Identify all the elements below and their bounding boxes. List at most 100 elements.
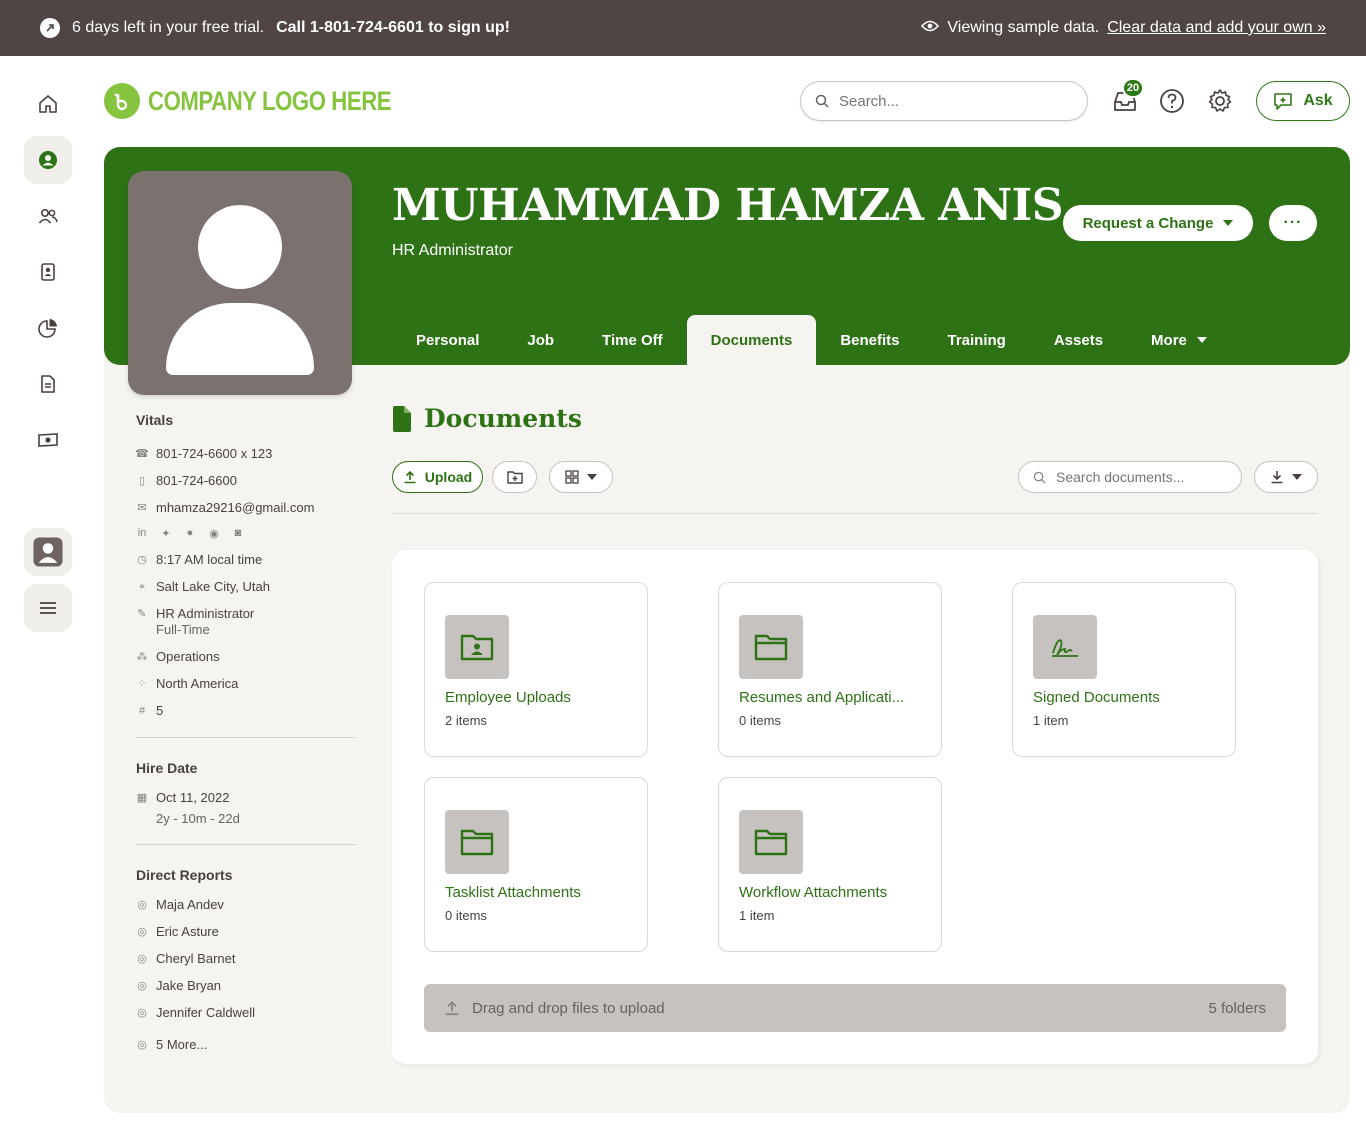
caret-down-icon bbox=[1196, 337, 1207, 343]
mobile-phone[interactable]: 801-724-6600 bbox=[156, 473, 237, 489]
tab-label: Training bbox=[947, 331, 1006, 349]
documents-toolbar: Upload bbox=[392, 461, 1318, 493]
tab-more[interactable]: More bbox=[1127, 315, 1231, 365]
nav-payroll[interactable] bbox=[24, 416, 72, 464]
tab-personal[interactable]: Personal bbox=[392, 315, 503, 365]
caret-down-icon bbox=[1292, 474, 1302, 480]
folder-card[interactable]: Resumes and Applicati... 0 items bbox=[718, 582, 942, 757]
tab-label: Personal bbox=[416, 331, 480, 349]
dropzone-text: Drag and drop files to upload bbox=[472, 999, 665, 1017]
user-avatar-icon bbox=[33, 537, 63, 567]
nav-profile-avatar[interactable] bbox=[24, 528, 72, 576]
help-icon bbox=[1160, 89, 1184, 113]
person-icon: ◎ bbox=[137, 1007, 147, 1019]
tenure: 2y - 10m - 22d bbox=[156, 811, 240, 826]
nav-home[interactable] bbox=[24, 80, 72, 128]
tab-label: Documents bbox=[710, 331, 793, 349]
employee-photo[interactable] bbox=[128, 171, 352, 395]
direct-report-link[interactable]: Maja Andev bbox=[156, 897, 224, 913]
folder-card[interactable]: Workflow Attachments 1 item bbox=[718, 777, 942, 952]
grid-view-icon bbox=[565, 470, 579, 484]
inbox-button[interactable]: 20 bbox=[1110, 78, 1144, 116]
direct-report-link[interactable]: Jennifer Caldwell bbox=[156, 1005, 255, 1021]
instagram-icon[interactable]: ◙ bbox=[232, 527, 244, 539]
caret-down-icon bbox=[587, 474, 597, 480]
hamburger-menu-icon bbox=[40, 602, 56, 614]
document-search-input[interactable] bbox=[1056, 469, 1226, 485]
job-title: HR Administrator bbox=[156, 606, 255, 621]
document-icon bbox=[41, 375, 55, 393]
nav-reports[interactable] bbox=[24, 304, 72, 352]
trial-banner: 6 days left in your free trial. Call 1-8… bbox=[0, 0, 1366, 56]
tab-time-off[interactable]: Time Off bbox=[578, 315, 687, 365]
eye-icon bbox=[921, 19, 940, 37]
upload-icon bbox=[445, 1001, 459, 1016]
nav-people[interactable] bbox=[24, 192, 72, 240]
folder-user-icon bbox=[445, 615, 509, 679]
divider bbox=[392, 513, 1318, 514]
home-icon bbox=[39, 95, 57, 113]
tab-label: Benefits bbox=[840, 331, 900, 349]
folder-card[interactable]: Signed Documents 1 item bbox=[1012, 582, 1236, 757]
nav-hiring[interactable] bbox=[24, 248, 72, 296]
direct-report-link[interactable]: Jake Bryan bbox=[156, 978, 221, 994]
settings-button[interactable] bbox=[1205, 86, 1235, 116]
upload-button[interactable]: Upload bbox=[392, 461, 483, 493]
upload-label: Upload bbox=[424, 469, 473, 485]
facebook-icon[interactable]: ● bbox=[184, 527, 196, 539]
pinterest-icon[interactable]: ◉ bbox=[208, 527, 220, 540]
twitter-icon[interactable]: ✦ bbox=[160, 527, 172, 540]
company-logo[interactable]: COMPANY LOGO HERE bbox=[104, 83, 445, 119]
person-circle-icon bbox=[39, 151, 57, 169]
tab-job[interactable]: Job bbox=[503, 315, 578, 365]
folder-name: Tasklist Attachments bbox=[445, 884, 581, 901]
folder-plus-icon bbox=[506, 471, 523, 484]
profile-tabs: Personal Job Time Off Documents Benefits… bbox=[392, 315, 1231, 365]
tab-label: Job bbox=[527, 331, 555, 349]
divider bbox=[136, 844, 356, 845]
folder-card[interactable]: Tasklist Attachments 0 items bbox=[424, 777, 648, 952]
view-toggle-button[interactable] bbox=[549, 461, 613, 493]
work-phone[interactable]: 801-724-6600 x 123 bbox=[156, 446, 272, 462]
caret-down-icon bbox=[1223, 220, 1234, 226]
folder-item-count: 0 items bbox=[739, 713, 781, 728]
request-change-button[interactable]: Request a Change bbox=[1063, 205, 1253, 241]
tab-documents[interactable]: Documents bbox=[686, 315, 817, 365]
ask-button[interactable]: Ask bbox=[1256, 81, 1350, 121]
global-search[interactable] bbox=[800, 81, 1088, 121]
tab-training[interactable]: Training bbox=[924, 315, 1030, 365]
clear-data-link[interactable]: Clear data and add your own » bbox=[1107, 19, 1326, 37]
tab-label: More bbox=[1151, 331, 1187, 349]
direct-report-link[interactable]: Cheryl Barnet bbox=[156, 951, 235, 967]
download-button[interactable] bbox=[1254, 461, 1318, 493]
person-icon: ◎ bbox=[137, 1039, 147, 1051]
ask-label: Ask bbox=[1303, 92, 1333, 109]
inbox-count-badge: 20 bbox=[1122, 78, 1144, 98]
nav-menu[interactable] bbox=[24, 584, 72, 632]
search-icon bbox=[815, 94, 829, 108]
direct-report-link[interactable]: Eric Asture bbox=[156, 924, 219, 940]
document-search[interactable] bbox=[1018, 461, 1242, 493]
tab-assets[interactable]: Assets bbox=[1030, 315, 1127, 365]
email-icon: ✉ bbox=[137, 502, 147, 514]
vitals-heading: Vitals bbox=[136, 412, 174, 428]
email[interactable]: mhamza29216@gmail.com bbox=[156, 500, 314, 516]
hire-date: Oct 11, 2022 bbox=[156, 790, 230, 805]
tab-benefits[interactable]: Benefits bbox=[816, 315, 923, 365]
global-search-input[interactable] bbox=[839, 92, 1059, 110]
avatar-body bbox=[166, 303, 314, 375]
clock-icon: ◷ bbox=[137, 554, 147, 566]
upload-dropzone[interactable]: Drag and drop files to upload 5 folders bbox=[424, 984, 1286, 1032]
department-icon: ⁂ bbox=[136, 651, 148, 663]
linkedin-icon[interactable]: in bbox=[136, 527, 148, 539]
logo-mark-icon bbox=[104, 83, 140, 119]
more-options-button[interactable]: ··· bbox=[1269, 205, 1317, 241]
nav-my-info[interactable] bbox=[24, 136, 72, 184]
new-folder-button[interactable] bbox=[492, 461, 537, 493]
help-button[interactable] bbox=[1157, 86, 1187, 116]
folder-item-count: 1 item bbox=[1033, 713, 1069, 728]
folder-card[interactable]: Employee Uploads 2 items bbox=[424, 582, 648, 757]
nav-files[interactable] bbox=[24, 360, 72, 408]
social-links: in ✦ ● ◉ ◙ bbox=[136, 527, 356, 540]
more-reports-link[interactable]: 5 More... bbox=[156, 1037, 207, 1053]
